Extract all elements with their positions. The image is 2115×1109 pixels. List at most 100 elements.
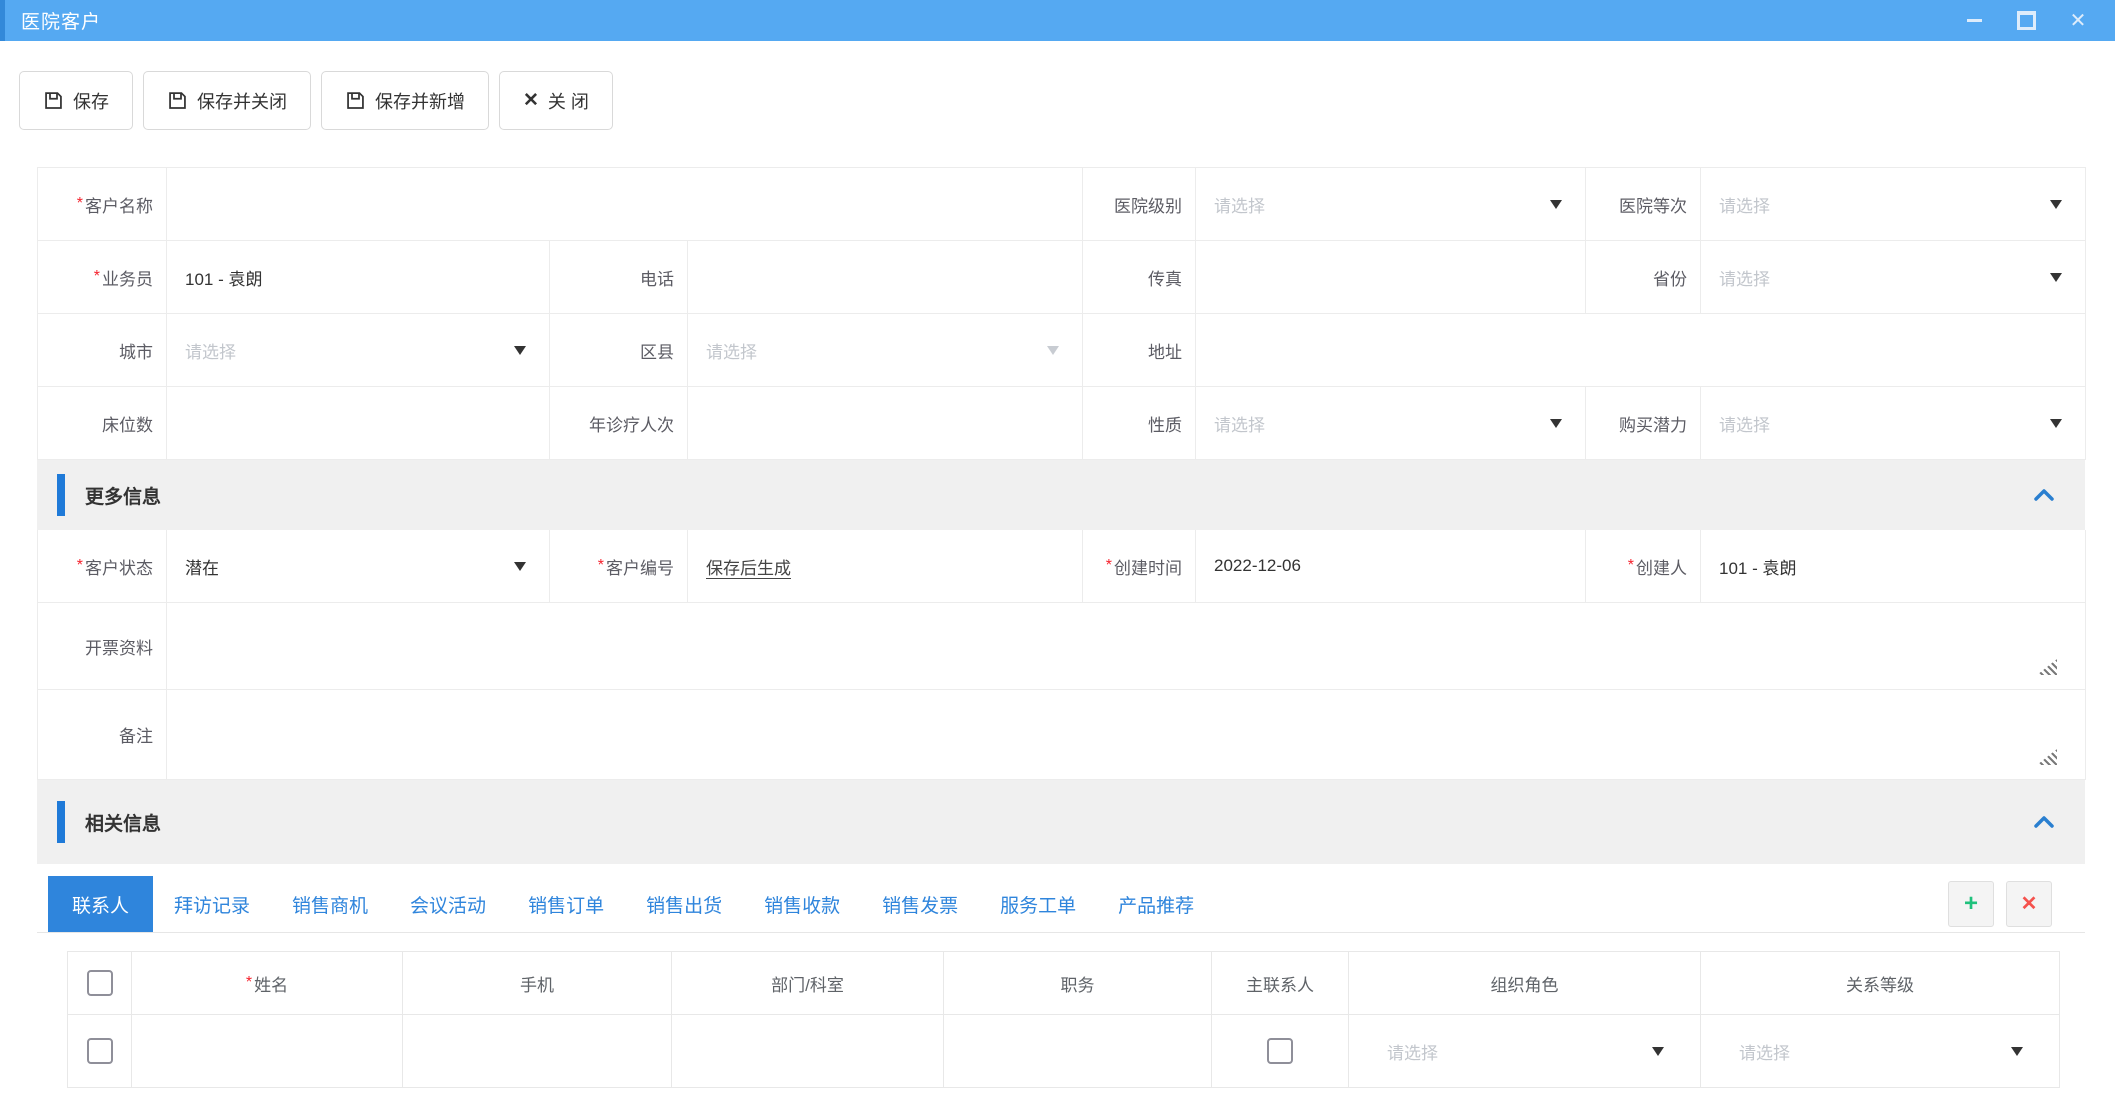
primary-contact-checkbox[interactable]	[1267, 1038, 1293, 1064]
province-label: 省份	[1586, 241, 1701, 314]
tab-product-recommendations[interactable]: 产品推荐	[1097, 876, 1215, 932]
required-mark: *	[94, 268, 100, 286]
save-and-close-button[interactable]: 保存并关闭	[143, 71, 311, 130]
nature-select[interactable]: 请选择	[1196, 387, 1586, 460]
section-more-info-header: 更多信息	[37, 460, 2085, 530]
tab-visit-records[interactable]: 拜访记录	[153, 876, 271, 932]
name-column-header: *姓名	[132, 952, 403, 1015]
generated-after-save-text: 保存后生成	[706, 554, 791, 579]
relation-grade-select[interactable]: 请选择	[1701, 1015, 2060, 1088]
primary-contact-column-header: 主联系人	[1212, 952, 1349, 1015]
address-label: 地址	[1083, 314, 1196, 387]
customer-name-label: *客户名称	[38, 168, 167, 241]
close-form-button-label: 关 闭	[548, 88, 589, 114]
required-mark: *	[1628, 557, 1634, 575]
tab-sales-receipts[interactable]: 销售收款	[743, 876, 861, 932]
resize-grip-icon[interactable]	[2037, 659, 2057, 675]
save-button[interactable]: 保存	[19, 71, 133, 130]
buying-potential-label: 购买潜力	[1586, 387, 1701, 460]
tab-meeting-activities[interactable]: 会议活动	[389, 876, 507, 932]
invoice-info-textarea[interactable]	[167, 603, 2086, 690]
window-controls: ✕	[1963, 10, 2115, 32]
section-accent-bar	[57, 474, 65, 516]
district-label: 区县	[550, 314, 688, 387]
required-mark: *	[598, 557, 604, 575]
province-select[interactable]: 请选择	[1701, 241, 2086, 314]
collapse-up-icon[interactable]	[2033, 815, 2055, 829]
mobile-column-header: 手机	[403, 952, 672, 1015]
fax-label: 传真	[1083, 241, 1196, 314]
tab-sales-invoices[interactable]: 销售发票	[861, 876, 979, 932]
window-titlebar: 医院客户 ✕	[0, 0, 2115, 41]
form-row-1: *客户名称 医院级别 请选择 医院等次 请选择	[38, 168, 2086, 241]
contact-position-cell[interactable]	[944, 1015, 1212, 1088]
create-time-input[interactable]: 2022-12-06	[1196, 530, 1586, 603]
phone-label: 电话	[550, 241, 688, 314]
tab-sales-opportunities[interactable]: 销售商机	[271, 876, 389, 932]
add-row-button[interactable]: +	[1948, 881, 1994, 927]
dropdown-arrow-icon	[514, 346, 526, 355]
hospital-grade-label: 医院等次	[1586, 168, 1701, 241]
contact-name-cell[interactable]	[132, 1015, 403, 1088]
city-label: 城市	[38, 314, 167, 387]
required-mark: *	[246, 974, 252, 992]
salesman-input[interactable]: 101 - 袁朗	[167, 241, 550, 314]
bed-count-input[interactable]	[167, 387, 550, 460]
tab-sales-shipments[interactable]: 销售出货	[625, 876, 743, 932]
contacts-table-header: *姓名 手机 部门/科室 职务 主联系人 组织角色 关系等级	[68, 952, 2060, 1015]
primary-contact-cell	[1212, 1015, 1349, 1088]
district-select[interactable]: 请选择	[688, 314, 1083, 387]
close-icon[interactable]: ✕	[2067, 10, 2089, 32]
tab-service-orders[interactable]: 服务工单	[979, 876, 1097, 932]
dropdown-arrow-icon	[1550, 419, 1562, 428]
form-row-3: 城市 请选择 区县 请选择 地址	[38, 314, 2086, 387]
minimize-icon[interactable]	[1963, 10, 1985, 32]
save-and-new-button[interactable]: 保存并新增	[321, 71, 489, 130]
section-related-info-header: 相关信息	[37, 780, 2085, 864]
row-select-cell	[68, 1015, 132, 1088]
fax-input[interactable]	[1196, 241, 1586, 314]
remark-textarea[interactable]	[167, 690, 2086, 780]
salesman-label: *业务员	[38, 241, 167, 314]
tab-contacts[interactable]: 联系人	[48, 876, 153, 932]
dropdown-arrow-icon	[514, 562, 526, 571]
phone-input[interactable]	[688, 241, 1083, 314]
hospital-level-select[interactable]: 请选择	[1196, 168, 1586, 241]
hospital-grade-select[interactable]: 请选择	[1701, 168, 2086, 241]
creator-input[interactable]: 101 - 袁朗	[1701, 530, 2086, 603]
hospital-level-label: 医院级别	[1083, 168, 1196, 241]
address-input[interactable]	[1196, 314, 2086, 387]
save-icon	[345, 90, 366, 111]
customer-name-input[interactable]	[167, 168, 1083, 241]
row-checkbox[interactable]	[87, 1038, 113, 1064]
annual-visits-input[interactable]	[688, 387, 1083, 460]
position-column-header: 职务	[944, 952, 1212, 1015]
delete-row-button[interactable]: ✕	[2006, 881, 2052, 927]
resize-grip-icon[interactable]	[2037, 749, 2057, 765]
close-form-button[interactable]: ✕ 关 闭	[499, 71, 613, 130]
contact-department-cell[interactable]	[672, 1015, 944, 1088]
tab-sales-orders[interactable]: 销售订单	[507, 876, 625, 932]
collapse-up-icon[interactable]	[2033, 488, 2055, 502]
org-role-select[interactable]: 请选择	[1349, 1015, 1701, 1088]
more-info-form: *客户状态 潜在 *客户编号 保存后生成 *创建时间 2022-12-06 *创…	[37, 530, 2086, 780]
city-select[interactable]: 请选择	[167, 314, 550, 387]
customer-status-select[interactable]: 潜在	[167, 530, 550, 603]
customer-form: *客户名称 医院级别 请选择 医院等次 请选择 *业务员 101 - 袁朗 电话…	[37, 167, 2086, 460]
form-row-invoice: 开票资料	[38, 603, 2086, 690]
form-row-2: *业务员 101 - 袁朗 电话 传真 省份 请选择	[38, 241, 2086, 314]
buying-potential-select[interactable]: 请选择	[1701, 387, 2086, 460]
customer-no-label: *客户编号	[550, 530, 688, 603]
customer-status-label: *客户状态	[38, 530, 167, 603]
invoice-info-label: 开票资料	[38, 603, 167, 690]
org-role-column-header: 组织角色	[1349, 952, 1701, 1015]
close-x-icon: ✕	[523, 89, 539, 112]
dropdown-arrow-icon	[1550, 200, 1562, 209]
select-all-checkbox[interactable]	[87, 970, 113, 996]
titlebar-edge	[0, 0, 5, 41]
form-row-remark: 备注	[38, 690, 2086, 780]
contact-mobile-cell[interactable]	[403, 1015, 672, 1088]
tab-actions: + ✕	[1948, 881, 2085, 927]
maximize-icon[interactable]	[2015, 10, 2037, 32]
section-title: 相关信息	[85, 809, 161, 836]
